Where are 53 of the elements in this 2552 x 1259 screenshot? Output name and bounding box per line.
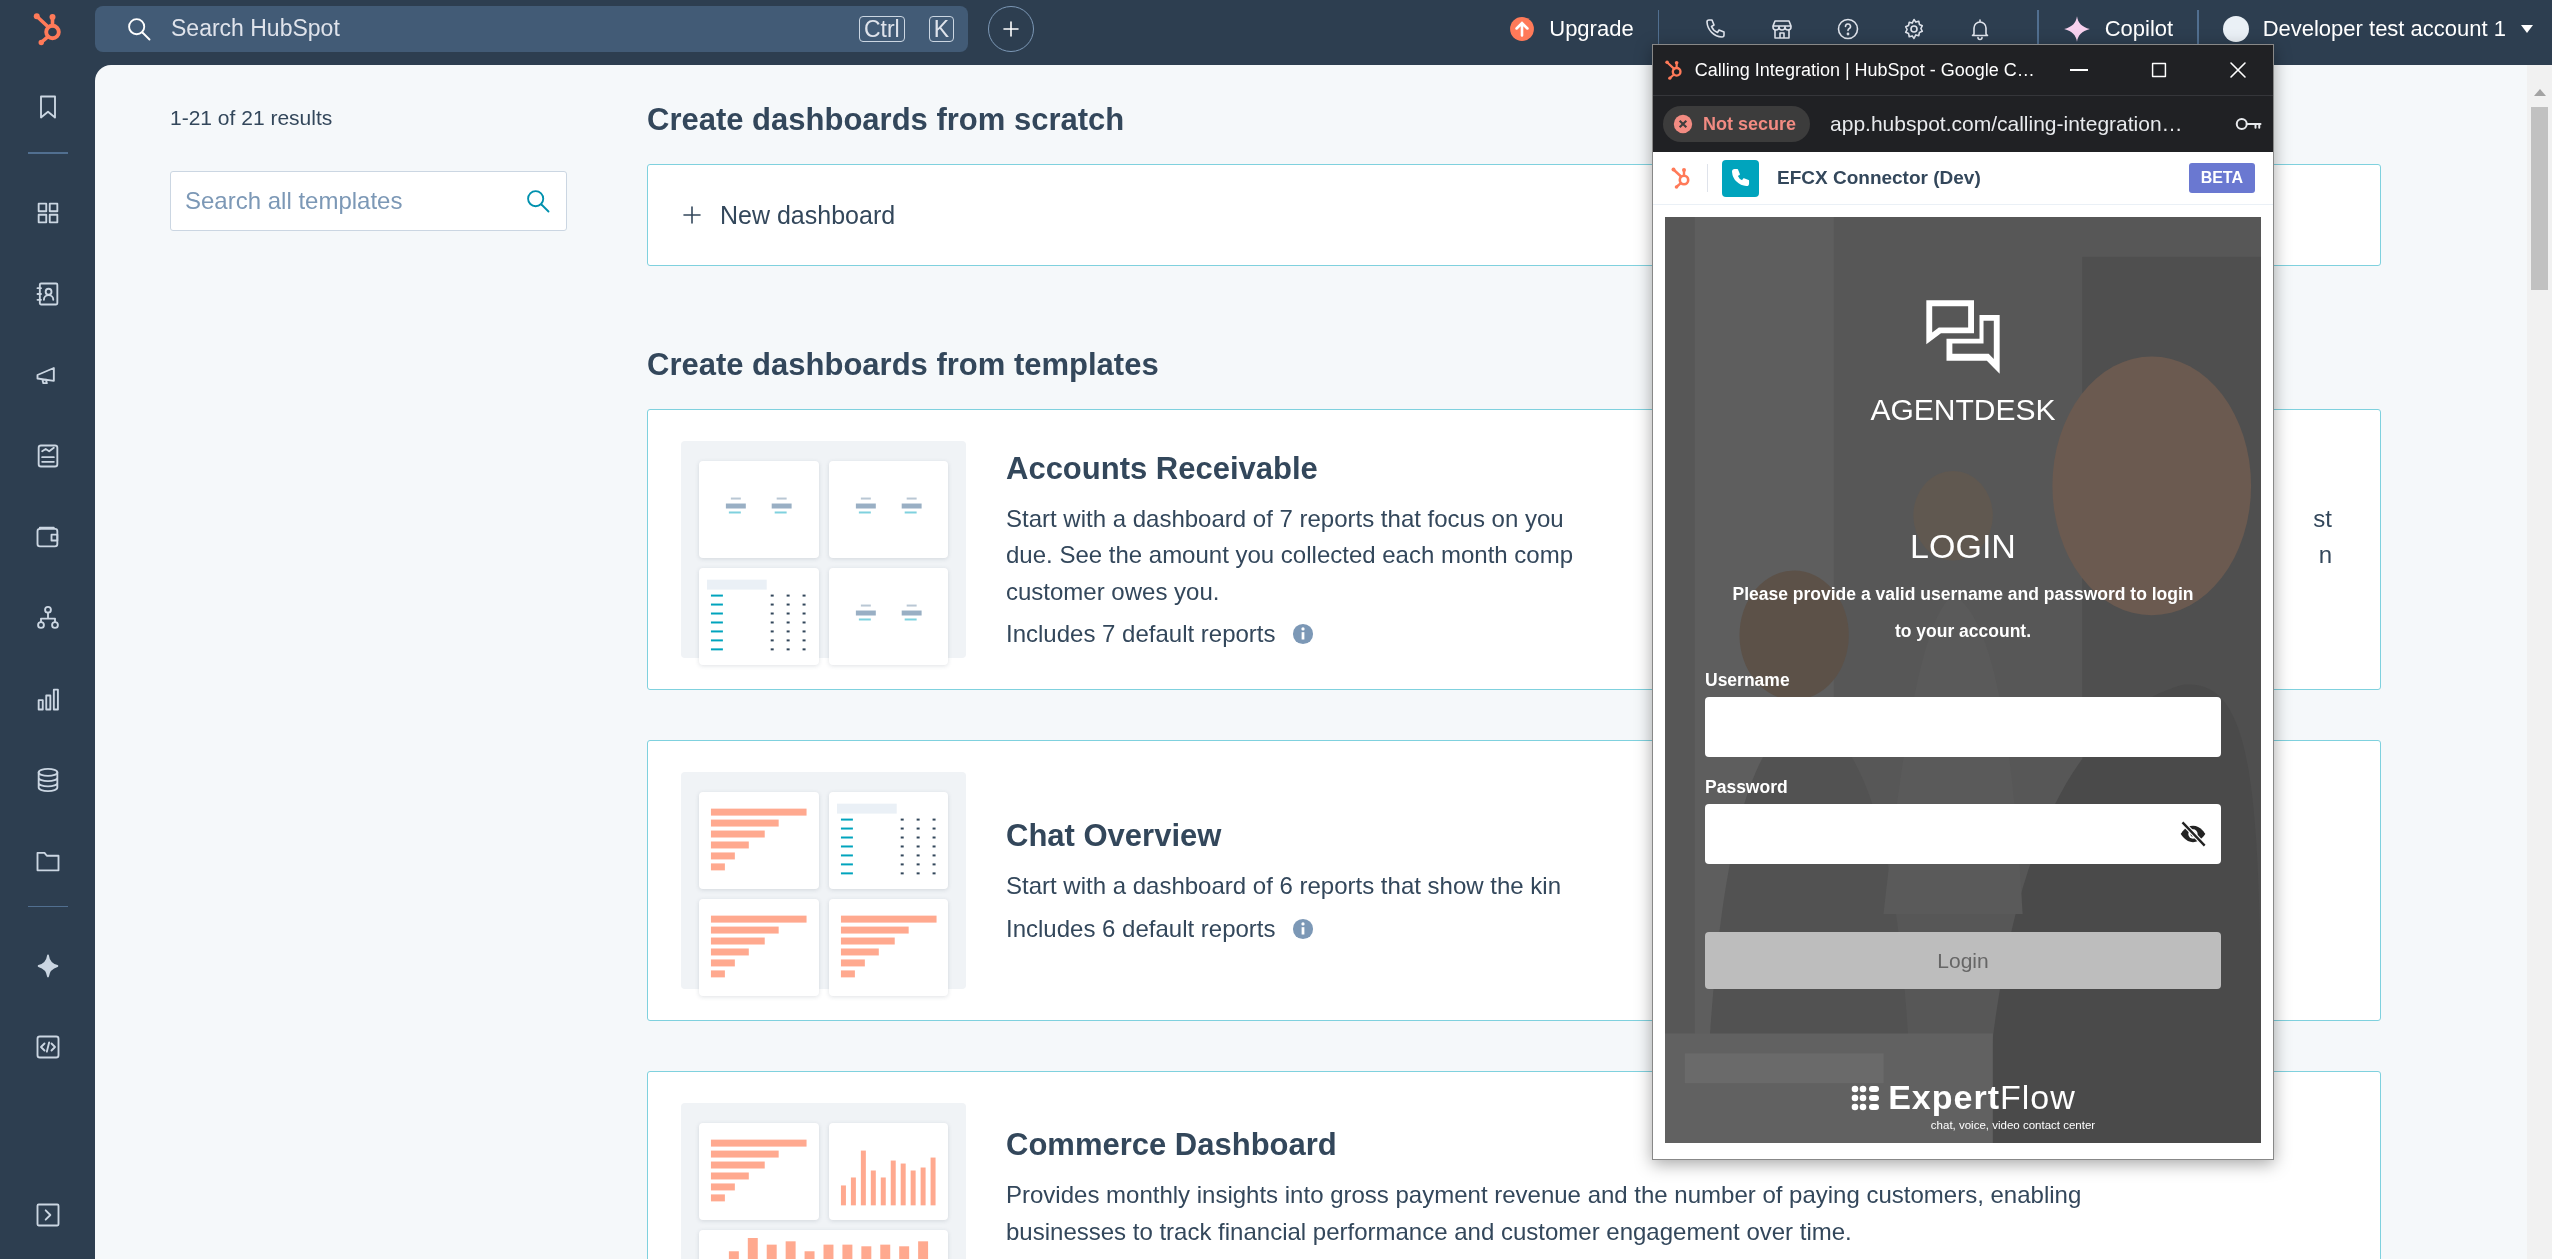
plus-icon bbox=[680, 203, 704, 227]
field-label: Password bbox=[1705, 777, 1789, 798]
app-name: EFCX Connector (Dev) bbox=[1777, 167, 1982, 189]
report-count: Includes 6 default reports bbox=[1006, 914, 1276, 943]
address-bar[interactable]: app.hubspot.com/calling-integration… bbox=[1830, 112, 2213, 136]
card-description: st bbox=[2313, 503, 2332, 534]
expertflow-logo: ExpertFlow bbox=[1888, 1078, 2076, 1117]
phone-icon bbox=[1729, 167, 1752, 189]
scroll-up-icon bbox=[2532, 87, 2547, 97]
search-placeholder: Search all templates bbox=[185, 187, 404, 215]
error-icon bbox=[1673, 114, 1693, 134]
window-title: Calling Integration | HubSpot - Google C… bbox=[1694, 59, 2035, 81]
avatar-icon bbox=[2222, 15, 2249, 42]
upgrade-button[interactable]: Upgrade bbox=[1509, 15, 1634, 42]
logo-tagline: chat, voice, video contact center bbox=[1930, 1119, 2096, 1131]
scrollbar[interactable] bbox=[2527, 65, 2552, 1259]
scrollbar-thumb[interactable] bbox=[2531, 107, 2548, 290]
card-description: customer owes you. bbox=[1006, 576, 1220, 607]
card-title[interactable]: Accounts Receivable bbox=[1006, 450, 2380, 487]
account-menu[interactable]: Developer test account 1 bbox=[2222, 15, 2534, 42]
caret-icon bbox=[2520, 23, 2534, 34]
card-description: Start with a dashboard of 6 reports that show the kin bbox=[1006, 871, 1561, 902]
search-placeholder: Search HubSpot bbox=[171, 15, 341, 42]
shortcut-key: Ctrl bbox=[858, 15, 905, 42]
upgrade-icon bbox=[1509, 15, 1536, 42]
info-icon[interactable] bbox=[1291, 917, 1314, 940]
info-icon[interactable] bbox=[1291, 623, 1314, 646]
shortcut-key: K bbox=[928, 15, 954, 42]
card-title[interactable]: Chat Overview bbox=[1006, 818, 2380, 855]
field-label: Username bbox=[1705, 670, 1791, 691]
search-icon bbox=[524, 187, 552, 215]
new-dashboard-button[interactable]: New dashboard bbox=[680, 200, 896, 230]
section-heading: Create dashboards from scratch bbox=[647, 101, 1125, 139]
report-count: Includes 7 default reports bbox=[1006, 620, 1276, 649]
help-icon bbox=[1836, 16, 1861, 41]
minimize-icon bbox=[2070, 69, 2089, 71]
card-description: n bbox=[2318, 540, 2332, 571]
hubspot-logo bbox=[1663, 59, 1685, 81]
card-description: Start with a dashboard of 7 reports that focus on you bbox=[1006, 503, 1564, 534]
copilot-button[interactable]: Copilot bbox=[2062, 14, 2174, 43]
section-heading: Create dashboards from templates bbox=[647, 346, 1159, 384]
card-description: due. See the amount you collected each month comp bbox=[1006, 540, 1574, 571]
beta-badge: BETA bbox=[2188, 163, 2255, 193]
results-count: 1-21 of 21 results bbox=[170, 105, 334, 131]
username-field[interactable] bbox=[1705, 697, 2221, 757]
dots-grid-icon bbox=[1850, 1084, 1881, 1111]
security-indicator[interactable]: Not secure bbox=[1663, 106, 1811, 142]
login-heading: LOGIN bbox=[1910, 527, 2016, 566]
login-message: Please provide a valid username and password to login to your account. bbox=[1731, 583, 2195, 643]
card-description: businesses to track financial performance and customer engagement over time. bbox=[1006, 1216, 1852, 1247]
card-description: Provides monthly insights into gross payment revenue and the number of paying customers, enabling bbox=[1006, 1180, 2082, 1210]
password-field[interactable] bbox=[1705, 804, 2221, 864]
search-field[interactable]: Search HubSpot Ctrl K bbox=[95, 5, 968, 52]
